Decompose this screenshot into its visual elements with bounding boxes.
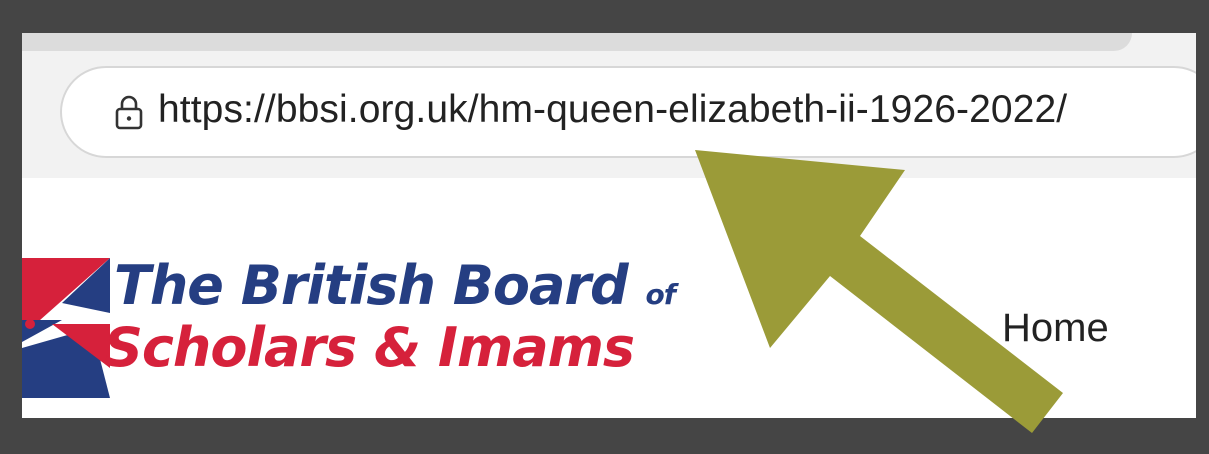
screenshot-frame: https://bbsi.org.uk/hm-queen-elizabeth-i… <box>22 33 1196 418</box>
flag-emblem-icon <box>22 258 110 398</box>
lock-icon[interactable] <box>114 94 144 130</box>
logo-of: of <box>645 278 676 311</box>
nav-home-link[interactable]: Home <box>1002 306 1109 351</box>
browser-toolbar: https://bbsi.org.uk/hm-queen-elizabeth-i… <box>22 33 1196 178</box>
logo-title: The British Board <box>114 254 629 317</box>
web-page: The British Board of Scholars & Imams Ho… <box>22 178 1196 418</box>
site-logo[interactable]: The British Board of Scholars & Imams <box>22 254 702 398</box>
logo-text-line1: The British Board of <box>114 254 676 317</box>
url-text[interactable]: https://bbsi.org.uk/hm-queen-elizabeth-i… <box>158 88 1067 132</box>
address-bar[interactable]: https://bbsi.org.uk/hm-queen-elizabeth-i… <box>60 66 1196 158</box>
tab-strip <box>22 33 1132 51</box>
logo-text-line2: Scholars & Imams <box>104 316 635 379</box>
